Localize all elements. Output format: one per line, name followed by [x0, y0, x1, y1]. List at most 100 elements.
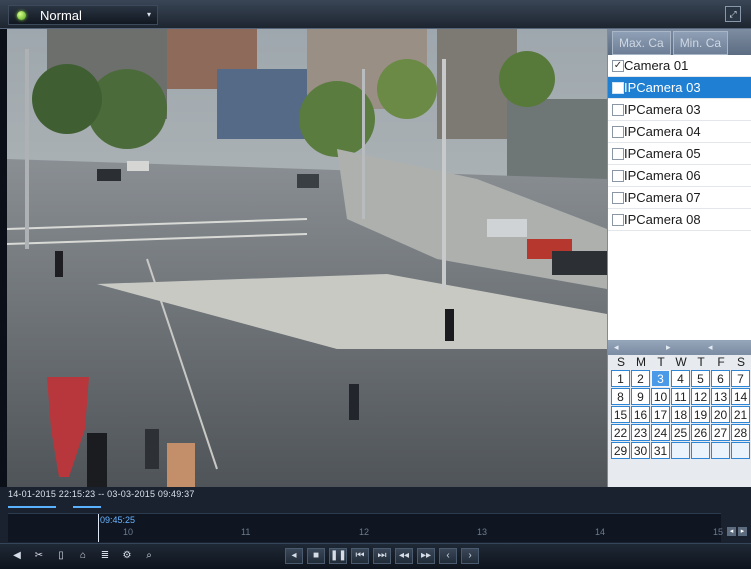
tab-max-camera[interactable]: Max. Ca — [612, 31, 671, 55]
prev-day-button[interactable]: ‹ — [439, 548, 457, 564]
hour-tick-label: 15 — [713, 527, 724, 537]
pause-button[interactable]: ❚❚ — [329, 548, 347, 564]
calendar-day[interactable]: 18 — [671, 406, 690, 423]
camera-list-item[interactable]: ✓ Camera 01 — [608, 55, 751, 77]
camera-checkbox[interactable] — [612, 170, 624, 182]
camera-list-item[interactable]: IPCamera 05 — [608, 143, 751, 165]
camera-checkbox[interactable] — [612, 214, 624, 226]
calendar-day[interactable]: 16 — [631, 406, 650, 423]
slow-button[interactable]: ◂◂ — [395, 548, 413, 564]
fast-button[interactable]: ▸▸ — [417, 548, 435, 564]
video-playback-view[interactable] — [7, 29, 607, 487]
camera-checkbox[interactable]: ✓ — [612, 60, 624, 72]
camera-list-item[interactable]: IPCamera 03 — [608, 99, 751, 121]
calendar-day[interactable]: 6 — [711, 370, 730, 387]
prev-month-icon[interactable]: ◂ — [614, 342, 619, 353]
camera-list-item[interactable]: IPCamera 06 — [608, 165, 751, 187]
camera-list-item[interactable]: IPCamera 04 — [608, 121, 751, 143]
calendar-day[interactable]: 4 — [671, 370, 690, 387]
calendar-day[interactable]: 2 — [631, 370, 650, 387]
view-mode-select[interactable]: Normal ▾ — [8, 5, 158, 25]
calendar-day[interactable]: 19 — [691, 406, 710, 423]
custom-tag-icon[interactable]: ≣ — [98, 549, 112, 563]
camera-frame-image — [7, 29, 607, 487]
calendar-day[interactable]: 15 — [611, 406, 630, 423]
camera-label: IPCamera 03 — [624, 102, 701, 117]
time-ruler[interactable]: 09:45:25 10 11 12 13 14 15 — [8, 513, 724, 542]
calendar-day[interactable]: 11 — [671, 388, 690, 405]
calendar-day[interactable]: 24 — [651, 424, 670, 441]
calendar-day — [711, 442, 730, 459]
zoom-out-button[interactable]: ◂ — [727, 527, 736, 536]
weekday-label: S — [736, 355, 745, 369]
camera-checkbox[interactable] — [612, 82, 624, 94]
tab-min-camera[interactable]: Min. Ca — [672, 31, 729, 55]
calendar-day[interactable]: 30 — [631, 442, 650, 459]
calendar-day[interactable]: 9 — [631, 388, 650, 405]
calendar-day[interactable]: 1 — [611, 370, 630, 387]
playback-control-bar: ◀︎ ✂ ▯ ⌂ ≣ ⚙ ⌕ ◂ ■ ❚❚ ⏮ ⏭ ◂◂ ▸▸ ‹ › — [0, 543, 751, 569]
camera-checkbox[interactable] — [612, 192, 624, 204]
fullscreen-button[interactable]: ⤢ — [725, 6, 741, 22]
calendar-day[interactable]: 17 — [651, 406, 670, 423]
calendar-day[interactable]: 25 — [671, 424, 690, 441]
hour-tick-label: 10 — [123, 527, 134, 537]
camera-list-item[interactable]: IPCamera 08 — [608, 209, 751, 231]
calendar-day[interactable]: 31 — [651, 442, 670, 459]
camera-checkbox[interactable] — [612, 104, 624, 116]
camera-checkbox[interactable] — [612, 126, 624, 138]
settings-icon[interactable]: ⚙ — [120, 549, 134, 563]
calendar-day[interactable]: 5 — [691, 370, 710, 387]
calendar-day[interactable]: 23 — [631, 424, 650, 441]
audio-icon[interactable]: ◀︎ — [10, 549, 24, 563]
camera-label: IPCamera 05 — [624, 146, 701, 161]
next-month-icon[interactable]: ▸ — [666, 342, 671, 353]
record-segment — [73, 506, 101, 508]
playback-timeline: 14-01-2015 22:15:23 -- 03-03-2015 09:49:… — [0, 487, 751, 543]
calendar-day[interactable]: 10 — [651, 388, 670, 405]
zoom-icon[interactable]: ⌕ — [142, 549, 156, 563]
weekday-label: M — [636, 355, 646, 369]
step-forward-button[interactable]: ⏭ — [373, 548, 391, 564]
calendar-day[interactable]: 12 — [691, 388, 710, 405]
playhead-cursor[interactable] — [98, 514, 99, 542]
calendar-day[interactable]: 28 — [731, 424, 750, 441]
next-day-button[interactable]: › — [461, 548, 479, 564]
zoom-in-button[interactable]: ▸ — [738, 527, 747, 536]
calendar-day[interactable]: 13 — [711, 388, 730, 405]
clip-icon[interactable]: ✂ — [32, 549, 46, 563]
view-mode-label: Normal — [40, 7, 82, 23]
step-back-button[interactable]: ⏮ — [351, 548, 369, 564]
calendar-nav: ◂ ▸ ◂ — [608, 340, 751, 355]
calendar-day[interactable]: 22 — [611, 424, 630, 441]
camera-checkbox[interactable] — [612, 148, 624, 160]
weekday-label: T — [657, 355, 665, 369]
playhead-time-label: 09:45:25 — [100, 515, 136, 525]
camera-label: IPCamera 08 — [624, 212, 701, 227]
calendar-day[interactable]: 26 — [691, 424, 710, 441]
calendar-day[interactable]: 8 — [611, 388, 630, 405]
calendar-day[interactable]: 20 — [711, 406, 730, 423]
calendar-day[interactable]: 21 — [731, 406, 750, 423]
tab-bar: Max. Ca Min. Ca — [608, 29, 751, 55]
calendar-day[interactable]: 7 — [731, 370, 750, 387]
weekday-label: T — [697, 355, 705, 369]
tag-icon[interactable]: ⌂ — [76, 549, 90, 563]
chevron-down-icon: ▾ — [146, 10, 151, 19]
calendar-day[interactable]: 3 — [651, 370, 670, 387]
calendar-day[interactable]: 14 — [731, 388, 750, 405]
calendar-day[interactable]: 27 — [711, 424, 730, 441]
camera-list-item[interactable]: IPCamera 07 — [608, 187, 751, 209]
timeline-zoom-controls: ◂ ▸ — [727, 527, 747, 536]
calendar-day[interactable]: 29 — [611, 442, 630, 459]
camera-side-panel: Max. Ca Min. Ca ✓ Camera 01 IPCamera 03 IPC… — [607, 29, 751, 487]
stop-button[interactable]: ■ — [307, 548, 325, 564]
camera-label: IPCamera 03 — [624, 80, 701, 95]
camera-list-item[interactable]: IPCamera 03 — [608, 77, 751, 99]
reverse-play-button[interactable]: ◂ — [285, 548, 303, 564]
weekday-label: S — [616, 355, 625, 369]
weekday-label: W — [675, 355, 687, 369]
lock-icon[interactable]: ▯ — [54, 549, 68, 563]
camera-label: IPCamera 07 — [624, 190, 701, 205]
prev-year-icon[interactable]: ◂ — [708, 342, 713, 353]
